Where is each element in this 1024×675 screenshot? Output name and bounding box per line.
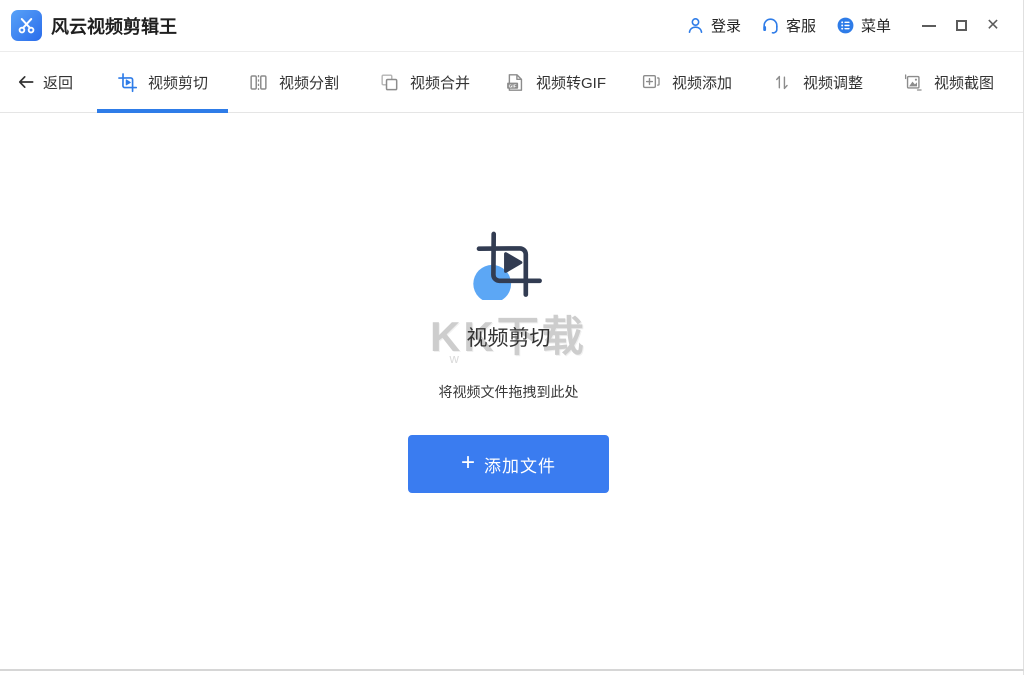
back-button[interactable]: 返回: [16, 52, 82, 112]
minimize-button[interactable]: [913, 11, 945, 41]
tab-video-merge[interactable]: 视频合并: [359, 52, 490, 112]
dropzone-title: 视频剪切: [467, 322, 551, 352]
back-label: 返回: [43, 72, 73, 93]
app-title: 风云视频剪辑王: [51, 13, 177, 39]
user-icon: [686, 16, 705, 35]
navbar: 返回 视频剪切: [0, 52, 1023, 113]
tab-label: 视频转GIF: [536, 72, 606, 93]
snapshot-icon: [903, 72, 924, 93]
tab-label: 视频添加: [672, 72, 732, 93]
window-controls: ✕: [913, 11, 1009, 41]
headset-icon: [761, 16, 780, 35]
close-button[interactable]: ✕: [977, 11, 1009, 41]
menu-list-icon: [836, 16, 855, 35]
plus-icon: +: [461, 451, 475, 475]
tab-video-add[interactable]: 视频添加: [621, 52, 752, 112]
customer-service-button[interactable]: 客服: [761, 15, 816, 36]
tab-label: 视频剪切: [148, 72, 208, 93]
maximize-icon: [956, 20, 967, 31]
drop-zone[interactable]: KK下载 w 视频剪切 将视频文件拖拽到此处 + 添加文件: [0, 113, 1023, 675]
menu-label: 菜单: [861, 15, 891, 36]
tab-label: 视频调整: [803, 72, 863, 93]
add-file-button[interactable]: + 添加文件: [408, 435, 609, 493]
customer-service-label: 客服: [786, 15, 816, 36]
login-button[interactable]: 登录: [686, 15, 741, 36]
tab-video-adjust[interactable]: 视频调整: [752, 52, 883, 112]
tab-bar: 视频剪切 视频分割: [97, 52, 1014, 112]
login-label: 登录: [711, 15, 741, 36]
sort-arrows-icon: [772, 72, 793, 93]
gif-file-icon: GIF: [505, 72, 526, 93]
app-logo: [11, 10, 42, 41]
tab-label: 视频合并: [410, 72, 470, 93]
add-file-label: 添加文件: [484, 452, 556, 477]
app-window: 风云视频剪辑王 登录: [0, 0, 1024, 675]
tab-video-split[interactable]: 视频分割: [228, 52, 359, 112]
scissors-icon: [16, 15, 37, 36]
tab-video-cut[interactable]: 视频剪切: [97, 52, 228, 112]
video-crop-play-icon: [473, 228, 545, 300]
dropzone-subtitle: 将视频文件拖拽到此处: [439, 382, 579, 402]
maximize-button[interactable]: [945, 11, 977, 41]
back-arrow-icon: [16, 72, 36, 92]
titlebar: 风云视频剪辑王 登录: [0, 0, 1023, 52]
minimize-icon: [922, 25, 936, 27]
menu-button[interactable]: 菜单: [836, 15, 891, 36]
add-square-icon: [641, 72, 662, 93]
crop-play-icon: [117, 72, 138, 93]
tab-video-to-gif[interactable]: GIF 视频转GIF: [490, 52, 621, 112]
tab-label: 视频分割: [279, 72, 339, 93]
tab-video-snapshot[interactable]: 视频截图: [883, 52, 1014, 112]
close-icon: ✕: [986, 18, 999, 34]
merge-icon: [379, 72, 400, 93]
window-bottom-border: [0, 669, 1024, 671]
tab-label: 视频截图: [934, 72, 994, 93]
split-icon: [248, 72, 269, 93]
site-watermark-fragment: w: [450, 351, 459, 366]
svg-text:GIF: GIF: [509, 83, 517, 89]
